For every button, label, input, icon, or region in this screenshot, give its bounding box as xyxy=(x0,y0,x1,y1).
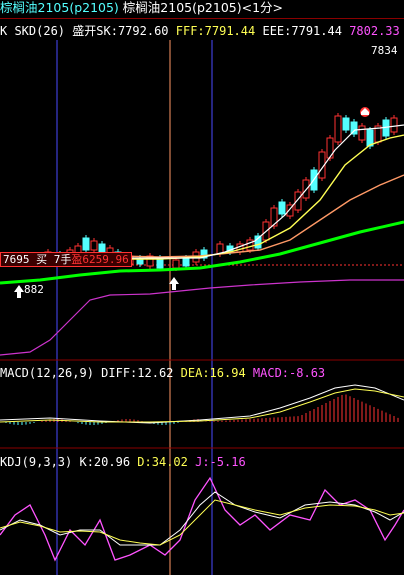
candlestick-series xyxy=(8,113,398,271)
candle-body xyxy=(172,259,180,269)
candle-body xyxy=(90,240,98,251)
pl-value: 6259.96 xyxy=(82,253,129,266)
pl-label: 盈 xyxy=(71,253,83,266)
low-marker-label: 882 xyxy=(24,283,44,296)
candle-body xyxy=(278,201,286,215)
kdj-legend: KDJ(9,3,3) K:20.96 D:34.02 J:-5.16 xyxy=(0,455,246,469)
candle-body xyxy=(350,121,358,135)
price-label-top: 7834 xyxy=(371,44,398,57)
kdj-title[interactable]: KDJ(9,3,3) xyxy=(0,455,72,469)
buy-arrow-icon[interactable] xyxy=(14,285,24,298)
candle-body xyxy=(334,115,342,143)
kdj-d: D:34.02 xyxy=(137,455,188,469)
candle-body xyxy=(390,117,398,133)
macd-title[interactable]: MACD(12,26,9) xyxy=(0,366,94,380)
kdj-k: K:20.96 xyxy=(79,455,131,469)
entry-action: 买 xyxy=(36,253,48,266)
macd-legend: MACD(12,26,9) DIFF:12.62 DEA:16.94 MACD:… xyxy=(0,366,325,380)
candle-body xyxy=(182,257,190,267)
macd-value: MACD:-8.63 xyxy=(252,366,326,380)
entry-qty: 7手 xyxy=(53,253,72,266)
home-marker-icon[interactable] xyxy=(360,107,370,117)
kdj-j: J:-5.16 xyxy=(195,455,246,469)
candle-body xyxy=(342,117,350,131)
candle-body xyxy=(82,237,90,251)
position-tag[interactable]: 7695 买 7手盈6259.96 xyxy=(0,252,132,267)
entry-price: 7695 xyxy=(3,253,30,266)
macd-diff: DIFF:12.62 xyxy=(101,366,174,380)
chart-canvas[interactable] xyxy=(0,0,404,575)
macd-dea: DEA:16.94 xyxy=(180,366,246,380)
candle-body xyxy=(358,125,366,141)
